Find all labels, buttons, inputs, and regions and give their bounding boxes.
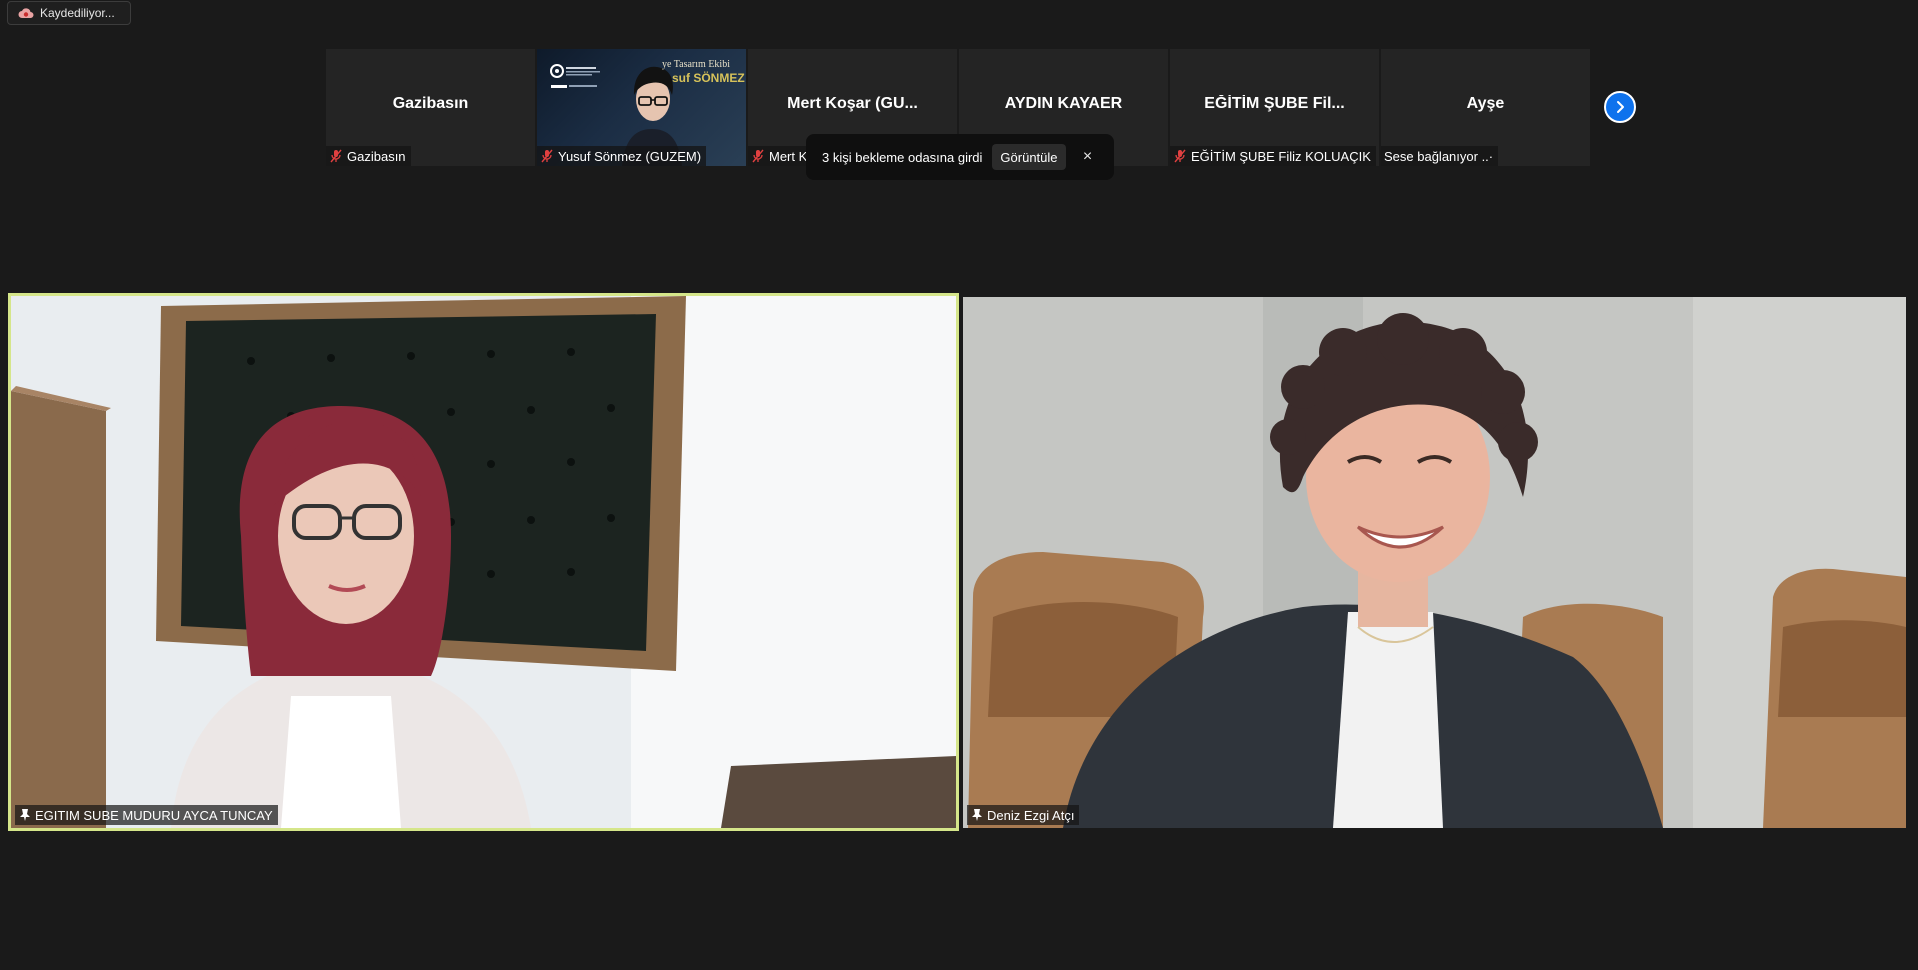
participant-tile-video[interactable]: ye Tasarım Ekibi suf SÖNMEZ Yusuf Sönmez… (537, 49, 746, 166)
video-overlay-name: suf SÖNMEZ (672, 71, 745, 85)
participant-name: AYDIN KAYAER (1004, 95, 1123, 112)
participant-video-feed (963, 297, 1906, 828)
recording-indicator[interactable]: Kaydediliyor... (7, 1, 131, 25)
mic-muted-icon (751, 149, 765, 163)
participant-label: EĞİTİM ŞUBE Filiz KOLUAÇIK (1170, 146, 1376, 166)
next-page-button[interactable] (1604, 91, 1636, 123)
mic-muted-icon (329, 149, 343, 163)
waiting-room-notification: 3 kişi bekleme odasına girdi Görüntüle × (806, 134, 1114, 180)
close-icon[interactable]: × (1080, 148, 1096, 166)
participant-label-text: Mert K (769, 148, 808, 164)
view-waiting-room-button[interactable]: Görüntüle (992, 144, 1066, 170)
participant-label-text: Sese bağlanıyor ..· (1384, 148, 1494, 164)
main-video-label-text: Deniz Ezgi Atçı (987, 807, 1075, 823)
participant-label: Sese bağlanıyor ..· (1381, 146, 1499, 166)
waiting-room-message: 3 kişi bekleme odasına girdi (822, 149, 983, 165)
meeting-window: Kaydediliyor... Gazibasın Gazibasın ye T… (0, 0, 1918, 970)
participant-label-text: Gazibasın (347, 148, 406, 164)
participant-label: Yusuf Sönmez (GUZEM) (537, 146, 707, 166)
participant-tile[interactable]: Ayşe Sese bağlanıyor ..· (1381, 49, 1590, 166)
pin-icon (971, 808, 983, 822)
participant-label: Mert K (748, 146, 813, 166)
recording-label: Kaydediliyor... (40, 6, 115, 20)
main-video-label: EGITIM SUBE MUDURU AYCA TUNCAY (15, 805, 278, 825)
participant-name: Mert Koşar (GU... (787, 95, 918, 112)
chevron-right-icon (1617, 101, 1624, 113)
participant-name: Gazibasın (392, 95, 469, 112)
participant-label-text: Yusuf Sönmez (GUZEM) (558, 148, 702, 164)
main-video-tile[interactable]: Deniz Ezgi Atçı (963, 297, 1906, 828)
pin-icon (19, 808, 31, 822)
main-video-label: Deniz Ezgi Atçı (967, 805, 1080, 825)
participant-name: EĞİTİM ŞUBE Fil... (1204, 95, 1345, 112)
participant-label: Gazibasın (326, 146, 411, 166)
participant-tile[interactable]: Gazibasın Gazibasın (326, 49, 535, 166)
cloud-record-icon (18, 8, 34, 18)
university-logo-icon (550, 64, 600, 88)
main-video-label-text: EGITIM SUBE MUDURU AYCA TUNCAY (35, 807, 273, 823)
participant-name: Ayşe (1466, 95, 1505, 112)
mic-muted-icon (1173, 149, 1187, 163)
mic-muted-icon (540, 149, 554, 163)
participant-label-text: EĞİTİM ŞUBE Filiz KOLUAÇIK (1191, 148, 1371, 164)
main-video-tile-active-speaker[interactable]: EGITIM SUBE MUDURU AYCA TUNCAY (8, 293, 959, 831)
video-overlay-text: ye Tasarım Ekibi (662, 59, 730, 70)
participant-tile[interactable]: EĞİTİM ŞUBE Fil... EĞİTİM ŞUBE Filiz KOL… (1170, 49, 1379, 166)
participant-video-feed (11, 296, 956, 828)
